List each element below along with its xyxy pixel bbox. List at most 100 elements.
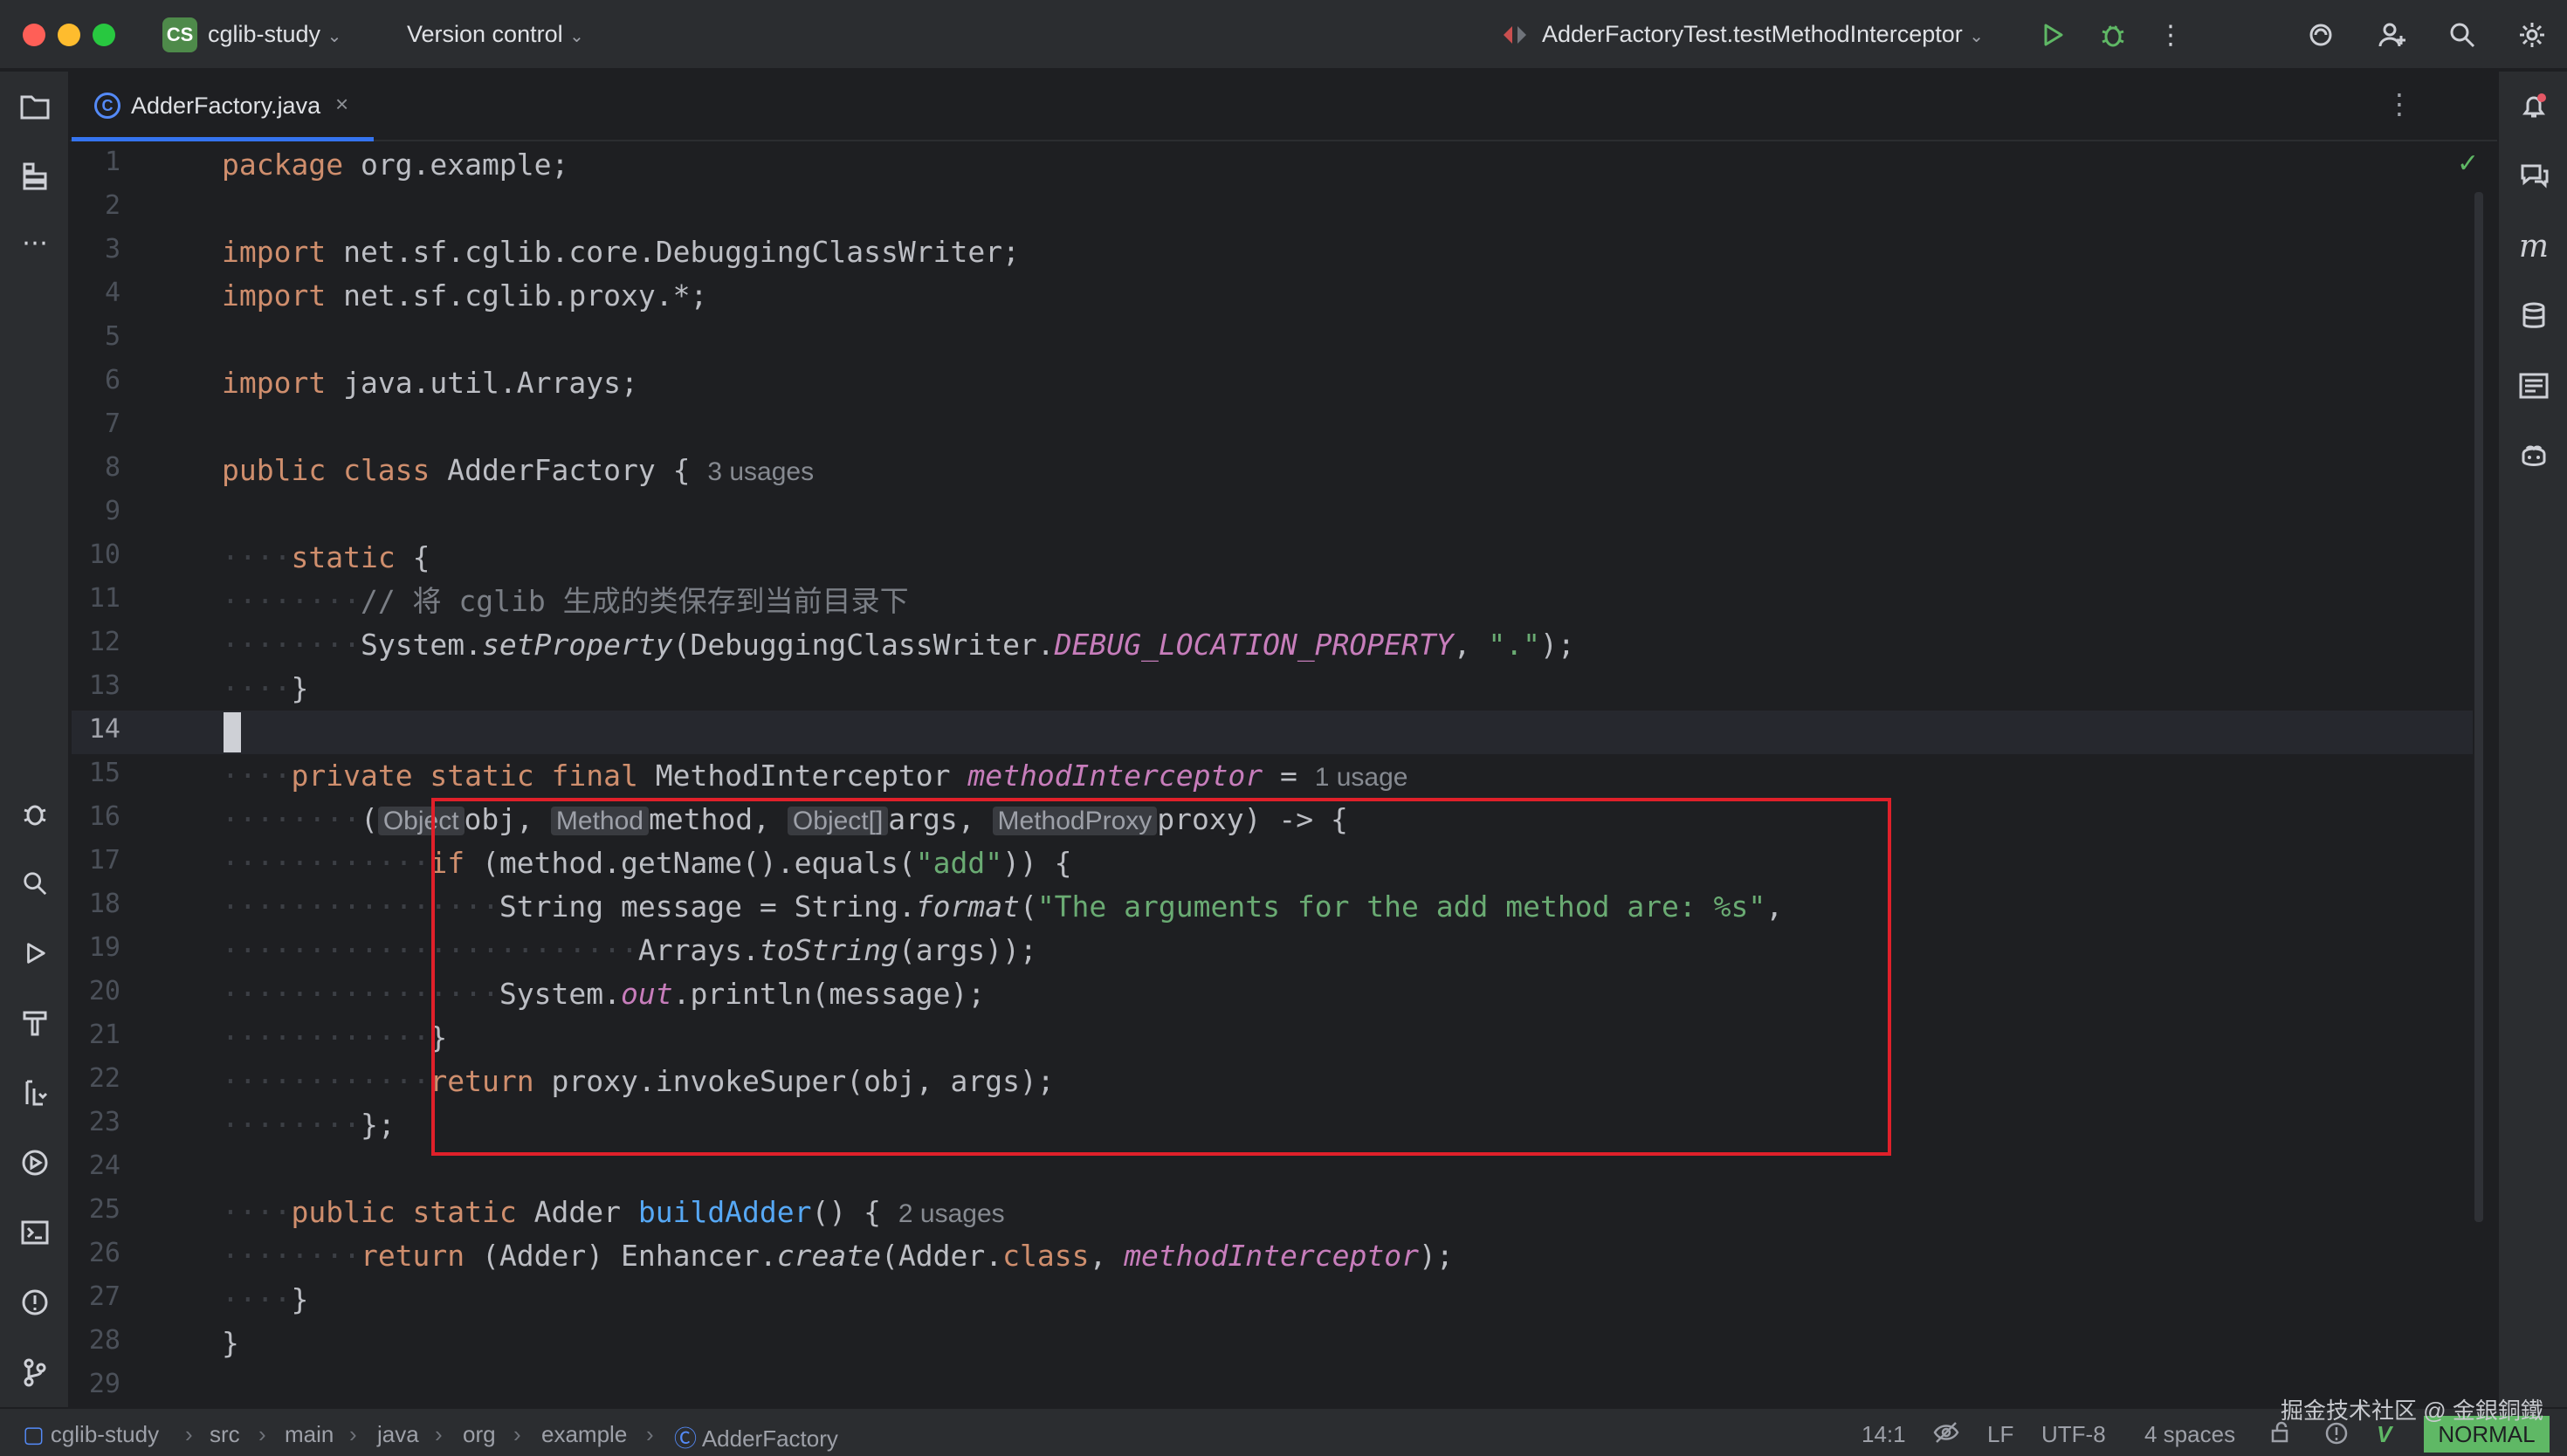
left-tool-window-bar: ⋯	[0, 72, 70, 1407]
line-number: 5	[104, 321, 120, 352]
more-actions-button[interactable]: ⋮	[2153, 17, 2188, 52]
project-badge[interactable]: CS	[162, 17, 197, 52]
line-number-current: 14	[88, 714, 120, 745]
line-number: 7	[104, 409, 120, 439]
warning-icon[interactable]	[2324, 1421, 2349, 1452]
breadcrumb-class[interactable]: Ⓒ AdderFactory	[674, 1421, 838, 1453]
database-icon[interactable]	[2513, 295, 2555, 337]
line-number: 11	[88, 583, 120, 614]
usages-hint[interactable]: 2 usages	[898, 1199, 1005, 1228]
editor-scrollbar[interactable]	[2474, 192, 2483, 1222]
chevron-down-icon: ⌄	[569, 27, 584, 46]
copilot-icon[interactable]	[2513, 435, 2555, 477]
services-icon[interactable]	[14, 1072, 56, 1114]
reader-mode-icon[interactable]	[2513, 365, 2555, 407]
current-line-highlight	[72, 711, 2473, 754]
no-problems-check-icon[interactable]: ✓	[2457, 148, 2479, 179]
code-line-28: }	[222, 1322, 239, 1365]
close-icon[interactable]: ×	[335, 91, 348, 118]
code-line-23: ········};	[222, 1108, 396, 1142]
notifications-icon[interactable]	[2513, 86, 2555, 127]
code-text: () {	[811, 1195, 898, 1229]
search-button[interactable]	[2445, 17, 2480, 52]
settings-button[interactable]	[2515, 17, 2550, 52]
chevron-right-icon: ›	[646, 1421, 654, 1447]
breadcrumb-project[interactable]: ▢ cglib-study	[23, 1421, 159, 1448]
code-line-25: ····public static Adder buildAdder() { 2…	[222, 1195, 1005, 1229]
debug-icon	[2102, 25, 2124, 47]
structure-icon[interactable]	[14, 155, 56, 197]
problems-icon[interactable]	[14, 1281, 56, 1323]
hide-icon[interactable]	[1933, 1421, 1959, 1450]
run-configuration-selector[interactable]: AdderFactoryTest.testMethodInterceptor ⌄	[1542, 21, 1984, 48]
line-number: 3	[104, 234, 120, 264]
build-icon[interactable]	[14, 1002, 56, 1044]
run-dashboard-icon[interactable]	[14, 1142, 56, 1184]
code-line-11: ········// 将 cglib 生成的类保存到当前目录下	[222, 584, 909, 618]
static-field: DEBUG_LOCATION_PROPERTY	[1054, 628, 1454, 662]
line-number: 2	[104, 190, 120, 221]
breadcrumb-example[interactable]: example	[541, 1421, 627, 1448]
usages-hint[interactable]: 3 usages	[707, 457, 814, 486]
breadcrumb-main[interactable]: main	[285, 1421, 334, 1448]
tab-options-icon[interactable]: ⋮	[2385, 87, 2413, 120]
file-encoding[interactable]: UTF-8	[2041, 1421, 2106, 1448]
line-number: 13	[88, 670, 120, 701]
code-text: ,	[1453, 628, 1489, 662]
code-line-21: ············}	[222, 1020, 448, 1054]
chevron-right-icon: ›	[258, 1421, 266, 1447]
code-text: net.sf.cglib.proxy.*;	[326, 278, 708, 312]
search-icon	[2450, 23, 2475, 48]
keyword: return	[360, 1239, 465, 1273]
breadcrumb-org[interactable]: org	[463, 1421, 496, 1448]
editor-tab-bar: C AdderFactory.java × ⋮	[70, 72, 2497, 141]
code-text: Adder	[516, 1195, 638, 1229]
run-button[interactable]	[2034, 17, 2069, 52]
caret-position[interactable]: 14:1	[1862, 1421, 1906, 1448]
debug-tool-icon[interactable]	[14, 793, 56, 834]
code-editor[interactable]: ✓ 1 2 3 4 5 6 7 8 9 10 11 12 13 14 15 16…	[72, 143, 2495, 1407]
breadcrumb-src[interactable]: src	[210, 1421, 240, 1448]
git-icon[interactable]	[14, 1351, 56, 1393]
find-icon[interactable]	[14, 862, 56, 904]
highlight-annotation-box	[431, 798, 1891, 1156]
settings-icon	[2520, 23, 2544, 47]
project-folder-icon[interactable]	[14, 86, 56, 127]
code-text: net.sf.cglib.core.DebuggingClassWriter;	[326, 235, 1020, 269]
code-text: );	[1540, 628, 1575, 662]
code-text: System.	[360, 628, 483, 662]
chevron-down-icon: ⌄	[1969, 27, 1985, 46]
minimize-window-button[interactable]	[58, 24, 80, 46]
line-number: 26	[88, 1238, 120, 1268]
chevron-down-icon: ⌄	[327, 27, 342, 46]
method-call: setProperty	[482, 628, 673, 662]
code-text: java.util.Arrays;	[326, 366, 638, 400]
close-window-button[interactable]	[23, 24, 45, 46]
tab-adderfactory-java[interactable]: C AdderFactory.java ×	[72, 72, 374, 141]
terminal-icon[interactable]	[14, 1212, 56, 1253]
add-user-button[interactable]	[2375, 17, 2410, 52]
chevron-right-icon: ›	[185, 1421, 193, 1447]
method-call: create	[776, 1239, 882, 1273]
breadcrumb-java[interactable]: java	[377, 1421, 419, 1448]
ai-chat-icon[interactable]	[2513, 155, 2555, 197]
more-tools-icon[interactable]: ⋯	[14, 222, 56, 264]
java-class-icon: Ⓒ	[674, 1425, 698, 1452]
ai-assistant-button[interactable]	[2303, 17, 2338, 52]
line-ending[interactable]: LF	[1987, 1421, 2013, 1448]
project-selector[interactable]: cglib-study ⌄	[208, 21, 341, 48]
code-text: };	[360, 1108, 396, 1142]
debug-button[interactable]	[2096, 17, 2130, 52]
line-number: 19	[88, 932, 120, 963]
version-control-label: Version control	[407, 21, 563, 47]
tab-label: AdderFactory.java	[131, 93, 321, 119]
static-field: methodInterceptor	[967, 759, 1263, 793]
maximize-window-button[interactable]	[93, 24, 115, 46]
line-number-gutter[interactable]: 1 2 3 4 5 6 7 8 9 10 11 12 13 14 15 16 1…	[72, 143, 220, 1407]
version-control-menu[interactable]: Version control ⌄	[407, 21, 584, 48]
usages-hint[interactable]: 1 usage	[1315, 763, 1408, 792]
java-class-icon: C	[94, 93, 120, 119]
run-tool-icon[interactable]	[14, 932, 56, 974]
indent-setting[interactable]: 4 spaces	[2144, 1421, 2235, 1448]
maven-icon[interactable]: m	[2513, 225, 2555, 267]
